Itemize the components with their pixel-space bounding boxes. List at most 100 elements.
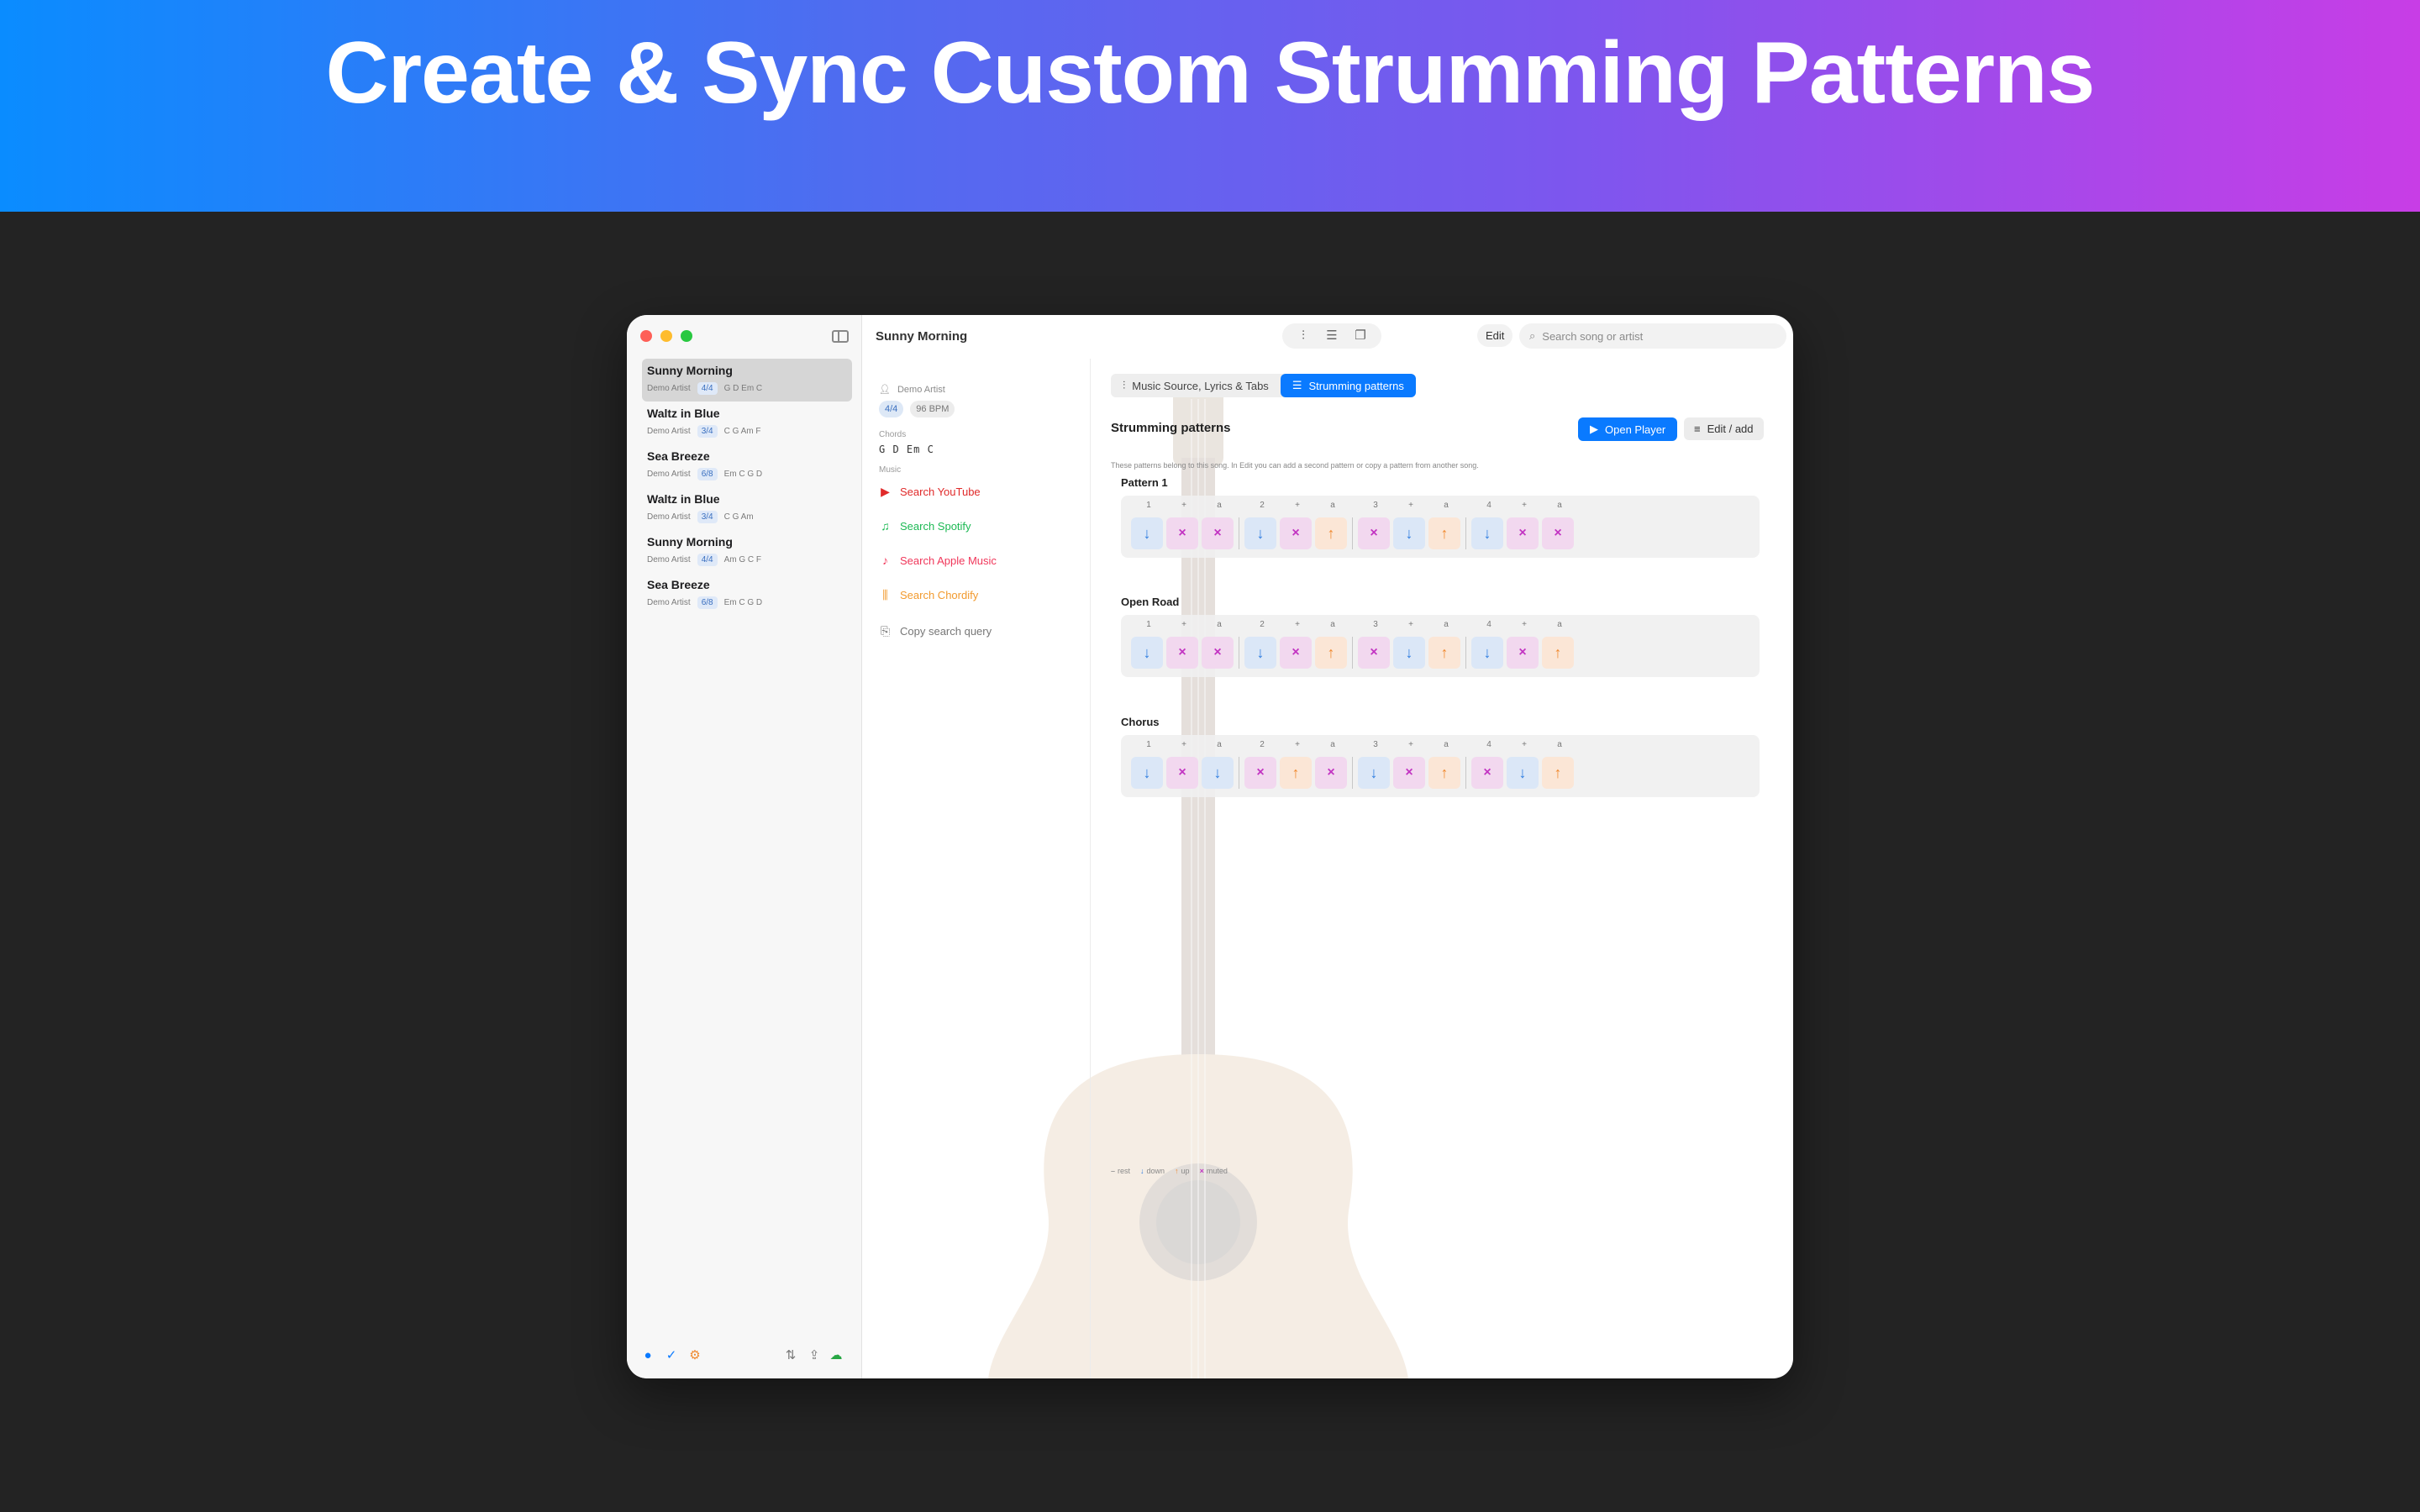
search-field[interactable]: ⌕ Search song or artist xyxy=(1519,323,1786,349)
content-tabs: ⫶ Music Source, Lyrics & Tabs ☰ Strummin… xyxy=(1111,374,1416,397)
stroke-cell-muted[interactable]: × xyxy=(1166,517,1198,549)
pattern-card[interactable]: 1 + a 2 + a 3 + a 4 + a ↓ × × ↓ × ↑ × ↓ ↑ ↓ × × xyxy=(1121,496,1760,558)
share-icon[interactable]: ⇪ xyxy=(807,1348,822,1363)
stroke-cell-muted[interactable]: × xyxy=(1471,757,1503,789)
stroke-cell-muted[interactable]: × xyxy=(1507,637,1539,669)
song-list-item[interactable]: Waltz in Blue Demo Artist 3/4 C G Am F xyxy=(642,402,852,444)
stroke-cell-muted[interactable]: × xyxy=(1507,517,1539,549)
music-link-chordify[interactable]: ⫼ Search Chordify xyxy=(879,588,978,602)
beat-label: + xyxy=(1408,620,1413,629)
stroke-cell-up[interactable]: ↑ xyxy=(1428,517,1460,549)
beat-label: 1 xyxy=(1146,740,1151,749)
song-list-item[interactable]: Waltz in Blue Demo Artist 3/4 C G Am xyxy=(642,487,852,530)
split-view-icon[interactable]: ☰ xyxy=(1319,327,1344,345)
chords-value: G D Em C xyxy=(879,444,934,455)
stroke-cell-down[interactable]: ↓ xyxy=(1244,517,1276,549)
settings-gear-icon[interactable]: ⚙ xyxy=(687,1348,702,1363)
edit-add-button[interactable]: ≡ Edit / add xyxy=(1684,417,1764,440)
stroke-cell-up[interactable]: ↑ xyxy=(1280,757,1312,789)
song-list-item[interactable]: Sunny Morning Demo Artist 4/4 G D Em C xyxy=(642,359,852,402)
person-icon: 👤︎ xyxy=(879,385,891,395)
pattern-name: Pattern 1 xyxy=(1121,476,1168,489)
stroke-cell-up[interactable]: ↑ xyxy=(1315,637,1347,669)
stroke-cell-muted[interactable]: × xyxy=(1280,637,1312,669)
stroke-cell-down[interactable]: ↓ xyxy=(1471,517,1503,549)
spotify-icon: ♫ xyxy=(881,519,890,533)
song-artist: Demo Artist xyxy=(647,512,691,522)
stroke-cell-up[interactable]: ↑ xyxy=(1428,637,1460,669)
beat-divider xyxy=(1465,757,1466,789)
beat-divider xyxy=(1465,517,1466,549)
stroke-cell-down[interactable]: ↓ xyxy=(1202,757,1234,789)
time-signature-chip: 4/4 xyxy=(879,401,904,417)
stroke-cell-muted[interactable]: × xyxy=(1393,757,1425,789)
stroke-cell-muted[interactable]: × xyxy=(1280,517,1312,549)
legend-label: rest xyxy=(1118,1167,1131,1175)
stroke-row: ↓ × ↓ × ↑ × ↓ × ↑ × ↓ ↑ xyxy=(1131,757,1749,789)
sort-icon[interactable]: ⇅ xyxy=(783,1348,798,1363)
beat-label: + xyxy=(1408,501,1413,510)
song-info-panel: 👤︎ Demo Artist 4/4 96 BPM Chords G D Em … xyxy=(862,359,1091,1378)
stroke-cell-muted[interactable]: × xyxy=(1166,757,1198,789)
waveform-icon: ⫶ xyxy=(1123,379,1126,391)
windows-view-icon[interactable]: ❐ xyxy=(1348,327,1373,345)
cloud-sync-icon[interactable]: ☁ xyxy=(829,1348,844,1363)
zoom-window-button[interactable] xyxy=(681,330,692,342)
open-player-button[interactable]: ▶ Open Player xyxy=(1578,417,1678,441)
stroke-cell-down[interactable]: ↓ xyxy=(1507,757,1539,789)
pattern-name: Open Road xyxy=(1121,596,1180,608)
song-list-item[interactable]: Sea Breeze Demo Artist 6/8 Em C G D xyxy=(642,573,852,616)
stroke-cell-down[interactable]: ↓ xyxy=(1358,757,1390,789)
sidebar-toggle-icon[interactable] xyxy=(832,330,849,343)
stroke-cell-down[interactable]: ↓ xyxy=(1244,637,1276,669)
music-link-spotify[interactable]: ♫ Search Spotify xyxy=(879,519,971,533)
stroke-cell-up[interactable]: ↑ xyxy=(1315,517,1347,549)
song-chords: G D Em C xyxy=(723,384,763,393)
stroke-cell-muted[interactable]: × xyxy=(1358,517,1390,549)
stroke-cell-down[interactable]: ↓ xyxy=(1131,757,1163,789)
song-chords: Am G C F xyxy=(723,555,762,564)
stroke-cell-muted[interactable]: × xyxy=(1166,637,1198,669)
music-link-youtube[interactable]: ▶ Search YouTube xyxy=(879,485,981,499)
stroke-cell-down[interactable]: ↓ xyxy=(1393,637,1425,669)
tab-strumming-patterns[interactable]: ☰ Strumming patterns xyxy=(1280,374,1416,397)
rows-icon: ☰ xyxy=(1292,379,1302,391)
add-song-icon[interactable]: ● xyxy=(640,1348,655,1363)
stroke-cell-muted[interactable]: × xyxy=(1315,757,1347,789)
song-list-item[interactable]: Sunny Morning Demo Artist 4/4 Am G C F xyxy=(642,530,852,573)
stroke-cell-down[interactable]: ↓ xyxy=(1471,637,1503,669)
beat-label: + xyxy=(1295,620,1300,629)
search-icon: ⌕ xyxy=(1529,329,1536,342)
stroke-cell-down[interactable]: ↓ xyxy=(1131,637,1163,669)
stroke-cell-up[interactable]: ↑ xyxy=(1542,637,1574,669)
stroke-cell-up[interactable]: ↑ xyxy=(1428,757,1460,789)
stroke-cell-muted[interactable]: × xyxy=(1202,637,1234,669)
stroke-cell-muted[interactable]: × xyxy=(1244,757,1276,789)
tab-music-source[interactable]: ⫶ Music Source, Lyrics & Tabs xyxy=(1111,374,1281,397)
legend-label: down xyxy=(1146,1167,1165,1175)
close-window-button[interactable] xyxy=(640,330,652,342)
music-link-copy[interactable]: ⎘ Copy search query xyxy=(879,624,992,638)
stroke-cell-muted[interactable]: × xyxy=(1202,517,1234,549)
stroke-cell-down[interactable]: ↓ xyxy=(1131,517,1163,549)
checkmark-icon[interactable]: ✓ xyxy=(664,1348,679,1363)
stroke-cell-muted[interactable]: × xyxy=(1358,637,1390,669)
beat-label: a xyxy=(1444,501,1449,510)
waveform-view-icon[interactable]: ⫶ xyxy=(1291,327,1316,345)
minimize-window-button[interactable] xyxy=(660,330,672,342)
chordify-icon: ⫼ xyxy=(882,588,888,601)
sidebar: Sunny Morning Demo Artist 4/4 G D Em C W… xyxy=(627,315,862,1378)
song-artist: Demo Artist xyxy=(647,427,691,436)
stroke-cell-up[interactable]: ↑ xyxy=(1542,757,1574,789)
stroke-cell-down[interactable]: ↓ xyxy=(1393,517,1425,549)
beat-label: a xyxy=(1330,620,1335,629)
pattern-card[interactable]: 1 + a 2 + a 3 + a 4 + a ↓ × ↓ × ↑ × ↓ × ↑ × ↓ ↑ xyxy=(1121,735,1760,797)
stroke-cell-muted[interactable]: × xyxy=(1542,517,1574,549)
pattern-card[interactable]: 1 + a 2 + a 3 + a 4 + a ↓ × × ↓ × ↑ × ↓ ↑ ↓ × ↑ xyxy=(1121,615,1760,677)
view-switcher: ⫶ ☰ ❐ xyxy=(1282,323,1381,349)
edit-button[interactable]: Edit xyxy=(1477,324,1513,347)
song-list-item[interactable]: Sea Breeze Demo Artist 6/8 Em C G D xyxy=(642,444,852,487)
music-link-music-note[interactable]: ♪ Search Apple Music xyxy=(879,554,997,567)
beat-label: 3 xyxy=(1373,501,1378,510)
strumming-pattern: Open Road 1 + a 2 + a 3 + a 4 + a ↓ × × ↓ × ↑ × ↓ ↑ ↓ × ↑ xyxy=(1121,596,1760,677)
